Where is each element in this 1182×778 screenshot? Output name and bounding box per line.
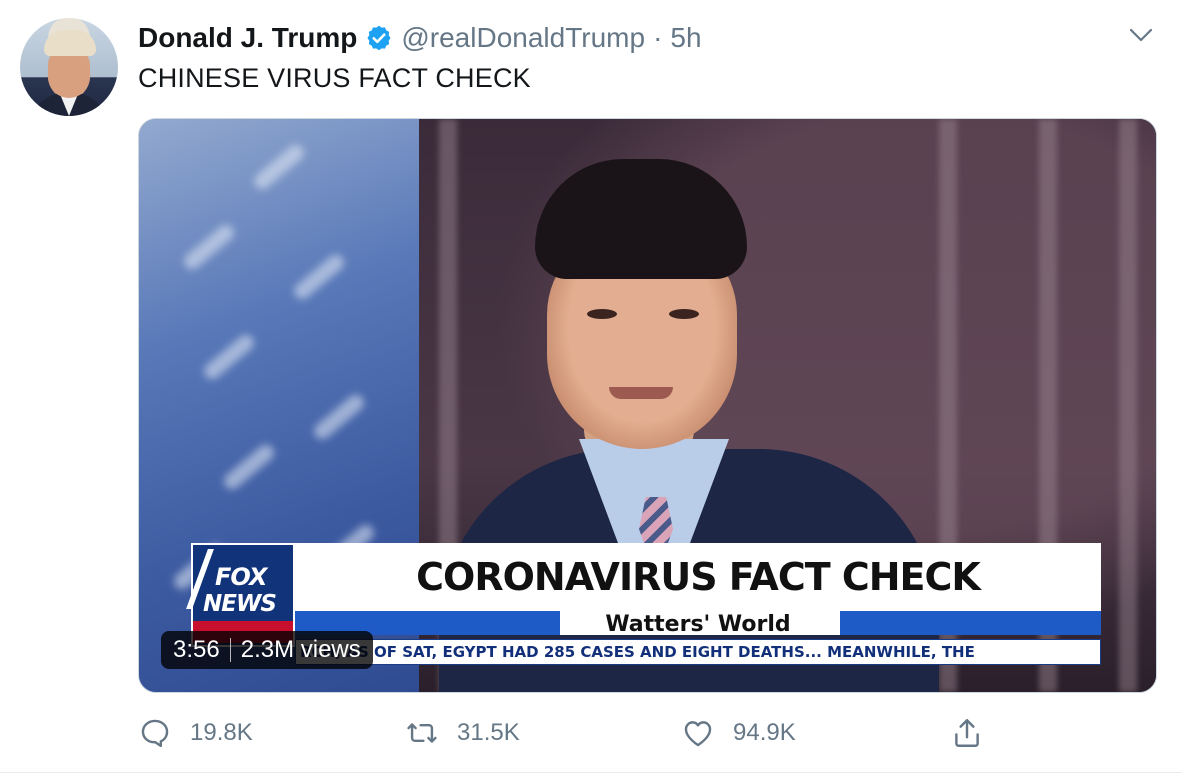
avatar[interactable] xyxy=(20,18,118,116)
logo-bottom-text: NEWS xyxy=(203,591,277,617)
news-subheadline: Watters' World xyxy=(605,612,791,637)
reply-button[interactable]: 19.8K xyxy=(138,712,253,754)
retweet-count: 31.5K xyxy=(457,719,520,746)
tweet-time[interactable]: 5h xyxy=(670,22,701,54)
chevron-down-icon[interactable] xyxy=(1126,22,1156,48)
logo-top-text: FOX xyxy=(215,563,267,591)
video-info-badge: 3:56 2.3M views xyxy=(161,631,373,669)
news-headline: CORONAVIRUS FACT CHECK xyxy=(295,543,1101,611)
verified-badge-icon xyxy=(367,25,391,51)
reply-icon xyxy=(141,719,169,748)
tweet-text: CHINESE VIRUS FACT CHECK xyxy=(138,63,531,93)
author-name[interactable]: Donald J. Trump xyxy=(138,22,357,54)
header-separator: · xyxy=(653,22,663,53)
retweet-icon xyxy=(407,723,437,743)
retweet-button[interactable]: 31.5K xyxy=(405,712,520,754)
author-handle[interactable]: @realDonaldTrump xyxy=(401,22,645,54)
like-icon xyxy=(684,721,712,747)
news-ticker: RCH; AS OF SAT, EGYPT HAD 285 CASES AND … xyxy=(295,639,1101,665)
video-views: 2.3M views xyxy=(240,636,361,663)
like-count: 94.9K xyxy=(733,719,796,746)
reply-count: 19.8K xyxy=(190,719,253,746)
share-button[interactable] xyxy=(950,712,984,754)
video-duration: 3:56 xyxy=(173,636,220,663)
video-player[interactable]: FOX NEWS CORONAVIRUS FACT CHECK Watters'… xyxy=(138,118,1157,693)
anchor-eye xyxy=(669,309,699,319)
avatar-hair xyxy=(44,30,96,56)
tweet-actions: 19.8K 31.5K 94.9K xyxy=(138,712,1155,754)
tweet-divider xyxy=(0,772,1182,773)
anchor-eye xyxy=(587,309,617,319)
badge-divider xyxy=(229,638,231,662)
share-icon xyxy=(955,719,979,747)
anchor-mouth xyxy=(609,387,673,399)
tweet-header: Donald J. Trump @realDonaldTrump · 5h xyxy=(138,20,702,56)
tweet[interactable]: Donald J. Trump @realDonaldTrump · 5h CH… xyxy=(0,0,1182,778)
like-button[interactable]: 94.9K xyxy=(681,712,796,754)
